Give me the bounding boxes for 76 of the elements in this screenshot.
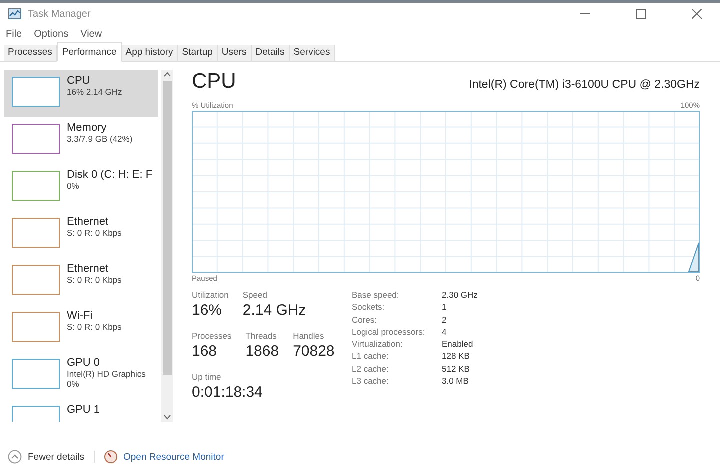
- sidebar-item[interactable]: GPU 0 Intel(R) HD Graphics 0%: [4, 352, 158, 399]
- stat-value: 16%: [192, 302, 224, 319]
- spec-label: L1 cache:: [352, 351, 390, 362]
- stat-value: 2.14 GHz: [242, 302, 306, 319]
- device-name: GPU 1: [67, 404, 100, 416]
- spec-value: 2: [442, 314, 448, 325]
- spec-label: Cores:: [352, 314, 378, 325]
- device-detail: 0%: [67, 379, 80, 389]
- scroll-thumb[interactable]: [162, 81, 172, 375]
- device-name: Ethernet: [67, 216, 110, 228]
- device-detail: S: 0 R: 0 Kbps: [67, 275, 122, 285]
- tab[interactable]: App history: [122, 45, 178, 61]
- spec-label: Sockets:: [352, 302, 386, 312]
- collapse-icon[interactable]: [8, 450, 22, 464]
- menu-item[interactable]: Options: [34, 28, 69, 40]
- cpu-model: Intel(R) Core(TM) i3-6100U CPU @ 2.30GHz: [469, 79, 700, 91]
- stat-label: Processes: [192, 331, 232, 341]
- fewer-details-link[interactable]: Fewer details: [28, 452, 84, 462]
- device-detail: S: 0 R: 0 Kbps: [67, 228, 122, 238]
- stat-value: 70828: [293, 343, 335, 360]
- window-title: Task Manager: [28, 8, 91, 20]
- sidebar-item[interactable]: Ethernet S: 0 R: 0 Kbps: [4, 211, 158, 258]
- device-detail: 0%: [67, 181, 80, 191]
- stat-label: Handles: [293, 331, 326, 341]
- tab[interactable]: Details: [252, 45, 290, 61]
- gauge-icon: [104, 450, 118, 464]
- stat-value: 0:01:18:34: [192, 384, 263, 401]
- device-detail: 3.3/7.9 GB (42%): [67, 134, 133, 144]
- scroll-up-icon[interactable]: [164, 72, 170, 77]
- device-name: CPU: [67, 75, 92, 87]
- stat-value: 1868: [246, 343, 280, 360]
- tab[interactable]: Processes: [4, 45, 58, 61]
- device-name: Memory: [67, 122, 108, 134]
- stat-label: Threads: [246, 331, 278, 341]
- sidebar-item[interactable]: Wi-Fi S: 0 R: 0 Kbps: [4, 305, 158, 352]
- stat-label: Up time: [192, 372, 222, 382]
- spec-value: Enabled: [442, 339, 474, 350]
- sidebar-item[interactable]: Ethernet S: 0 R: 0 Kbps: [4, 258, 158, 305]
- tab[interactable]: Services: [290, 45, 336, 61]
- open-resource-monitor-link[interactable]: Open Resource Monitor: [124, 452, 224, 462]
- device-detail: 16% 2.14 GHz: [67, 87, 122, 97]
- menu-item[interactable]: File: [6, 28, 22, 40]
- sidebar-item[interactable]: CPU 16% 2.14 GHz: [4, 70, 158, 117]
- spec-label: Virtualization:: [352, 339, 404, 350]
- spec-value: 128 KB: [442, 351, 471, 362]
- resource-title: CPU: [192, 70, 236, 94]
- spec-value: 3.0 MB: [442, 376, 470, 386]
- sidebar-item[interactable]: Memory 3.3/7.9 GB (42%): [4, 117, 158, 164]
- sidebar-item[interactable]: GPU 1: [4, 399, 158, 422]
- spec-value: 4: [442, 326, 448, 337]
- spec-label: Logical processors:: [352, 326, 426, 337]
- menu-item[interactable]: View: [80, 28, 102, 40]
- tab[interactable]: Performance: [57, 42, 122, 62]
- device-detail: S: 0 R: 0 Kbps: [67, 322, 122, 332]
- spec-value: 1: [442, 302, 448, 312]
- task-manager-icon: [8, 8, 22, 20]
- device-name: Ethernet: [67, 263, 110, 275]
- close-icon[interactable]: [692, 9, 702, 19]
- stat-label: Speed: [242, 290, 268, 300]
- spec-value: 512 KB: [442, 364, 471, 374]
- scrollbar[interactable]: [161, 70, 173, 422]
- spec-label: Base speed:: [352, 290, 400, 300]
- device-name: Wi-Fi: [67, 310, 94, 322]
- spec-label: L2 cache:: [352, 364, 390, 374]
- tab[interactable]: Startup: [178, 45, 218, 61]
- maximize-icon[interactable]: [636, 9, 646, 19]
- device-detail: Intel(R) HD Graphics: [67, 369, 146, 379]
- tab[interactable]: Users: [218, 45, 252, 61]
- sidebar-item[interactable]: Disk 0 (C: H: E: F 0%: [4, 164, 158, 211]
- stat-label: Utilization: [192, 290, 229, 300]
- stat-value: 168: [192, 343, 218, 360]
- device-name: GPU 0: [67, 357, 102, 369]
- spec-value: 2.30 GHz: [442, 290, 478, 300]
- spec-label: L3 cache:: [352, 376, 390, 386]
- device-name: Disk 0 (C: H: E: F: [67, 169, 153, 181]
- scroll-down-icon[interactable]: [164, 415, 170, 420]
